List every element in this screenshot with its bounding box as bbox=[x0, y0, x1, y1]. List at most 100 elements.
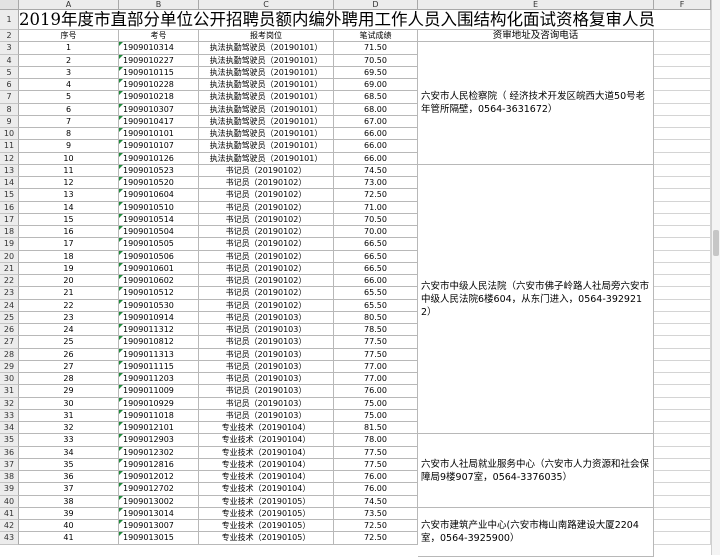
row-header-20[interactable]: 20 bbox=[0, 250, 19, 263]
position-cell[interactable]: 专业技术（20190104） bbox=[199, 483, 334, 496]
seq-cell[interactable]: 21 bbox=[19, 287, 119, 300]
header-exam-no[interactable]: 考号 bbox=[119, 30, 199, 43]
empty-cell[interactable] bbox=[654, 103, 711, 116]
row-header-28[interactable]: 28 bbox=[0, 348, 19, 361]
seq-cell[interactable]: 11 bbox=[19, 164, 119, 177]
score-cell[interactable]: 69.00 bbox=[334, 79, 418, 92]
exam-no-cell[interactable]: 1909010126 bbox=[119, 152, 199, 165]
seq-cell[interactable]: 25 bbox=[19, 336, 119, 349]
position-cell[interactable]: 专业技术（20190104） bbox=[199, 434, 334, 447]
seq-cell[interactable]: 33 bbox=[19, 434, 119, 447]
exam-no-cell[interactable]: 1909010514 bbox=[119, 213, 199, 226]
empty-cell[interactable] bbox=[654, 262, 711, 275]
score-cell[interactable]: 66.50 bbox=[334, 250, 418, 263]
score-cell[interactable]: 78.00 bbox=[334, 434, 418, 447]
seq-cell[interactable]: 6 bbox=[19, 103, 119, 116]
seq-cell[interactable]: 37 bbox=[19, 483, 119, 496]
row-header-36[interactable]: 36 bbox=[0, 446, 19, 459]
empty-cell[interactable] bbox=[654, 10, 711, 30]
seq-cell[interactable]: 32 bbox=[19, 422, 119, 435]
exam-no-cell[interactable]: 1909010506 bbox=[119, 250, 199, 263]
score-cell[interactable]: 77.50 bbox=[334, 458, 418, 471]
seq-cell[interactable]: 27 bbox=[19, 360, 119, 373]
exam-no-cell[interactable]: 1909010218 bbox=[119, 91, 199, 104]
position-cell[interactable]: 书记员（20190103） bbox=[199, 348, 334, 361]
exam-no-cell[interactable]: 1909010101 bbox=[119, 128, 199, 141]
empty-cell[interactable] bbox=[654, 250, 711, 263]
seq-cell[interactable]: 1 bbox=[19, 42, 119, 55]
position-cell[interactable]: 执法执勤驾驶员（20190101） bbox=[199, 54, 334, 67]
score-cell[interactable]: 66.50 bbox=[334, 238, 418, 251]
exam-no-cell[interactable]: 1909010520 bbox=[119, 177, 199, 190]
row-header-1[interactable]: 1 bbox=[0, 10, 19, 30]
score-cell[interactable]: 76.00 bbox=[334, 385, 418, 398]
empty-cell[interactable] bbox=[654, 507, 711, 520]
position-cell[interactable]: 书记员（20190103） bbox=[199, 336, 334, 349]
position-cell[interactable]: 书记员（20190103） bbox=[199, 409, 334, 422]
row-header-33[interactable]: 33 bbox=[0, 409, 19, 422]
exam-no-cell[interactable]: 1909010228 bbox=[119, 79, 199, 92]
row-header-30[interactable]: 30 bbox=[0, 373, 19, 386]
header-contact[interactable]: 资审地址及咨询电话 bbox=[418, 30, 654, 43]
empty-cell[interactable] bbox=[654, 287, 711, 300]
score-cell[interactable]: 68.00 bbox=[334, 103, 418, 116]
row-header-26[interactable]: 26 bbox=[0, 324, 19, 337]
exam-no-cell[interactable]: 1909010504 bbox=[119, 226, 199, 239]
empty-cell[interactable] bbox=[654, 79, 711, 92]
empty-cell[interactable] bbox=[654, 128, 711, 141]
position-cell[interactable]: 专业技术（20190104） bbox=[199, 446, 334, 459]
position-cell[interactable]: 书记员（20190102） bbox=[199, 262, 334, 275]
score-cell[interactable]: 74.50 bbox=[334, 495, 418, 508]
empty-cell[interactable] bbox=[654, 213, 711, 226]
empty-cell[interactable] bbox=[654, 495, 711, 508]
seq-cell[interactable]: 20 bbox=[19, 275, 119, 288]
position-cell[interactable]: 执法执勤驾驶员（20190101） bbox=[199, 91, 334, 104]
position-cell[interactable]: 专业技术（20190104） bbox=[199, 471, 334, 484]
seq-cell[interactable]: 7 bbox=[19, 115, 119, 128]
score-cell[interactable]: 70.00 bbox=[334, 226, 418, 239]
empty-cell[interactable] bbox=[654, 30, 711, 43]
empty-cell[interactable] bbox=[654, 164, 711, 177]
seq-cell[interactable]: 28 bbox=[19, 373, 119, 386]
row-header-24[interactable]: 24 bbox=[0, 299, 19, 312]
empty-cell[interactable] bbox=[654, 373, 711, 386]
score-cell[interactable]: 75.00 bbox=[334, 409, 418, 422]
exam-no-cell[interactable]: 1909010601 bbox=[119, 262, 199, 275]
exam-no-cell[interactable]: 1909013007 bbox=[119, 520, 199, 533]
seq-cell[interactable]: 16 bbox=[19, 226, 119, 239]
empty-cell[interactable] bbox=[654, 385, 711, 398]
empty-cell[interactable] bbox=[654, 201, 711, 214]
row-header-5[interactable]: 5 bbox=[0, 66, 19, 79]
vertical-scrollbar[interactable] bbox=[711, 0, 720, 555]
row-header-42[interactable]: 42 bbox=[0, 520, 19, 533]
seq-cell[interactable]: 29 bbox=[19, 385, 119, 398]
empty-cell[interactable] bbox=[654, 189, 711, 202]
empty-cell[interactable] bbox=[654, 422, 711, 435]
row-header-41[interactable]: 41 bbox=[0, 507, 19, 520]
score-cell[interactable]: 78.50 bbox=[334, 324, 418, 337]
header-position[interactable]: 报考岗位 bbox=[199, 30, 334, 43]
position-cell[interactable]: 书记员（20190102） bbox=[199, 287, 334, 300]
empty-cell[interactable] bbox=[654, 409, 711, 422]
exam-no-cell[interactable]: 1909011009 bbox=[119, 385, 199, 398]
score-cell[interactable]: 68.50 bbox=[334, 91, 418, 104]
score-cell[interactable]: 76.00 bbox=[334, 483, 418, 496]
row-header-6[interactable]: 6 bbox=[0, 79, 19, 92]
position-cell[interactable]: 专业技术（20190105） bbox=[199, 520, 334, 533]
position-cell[interactable]: 书记员（20190103） bbox=[199, 311, 334, 324]
contact-cell-procuratorate[interactable]: 六安市人民检察院（ 经济技术开发区皖西大道50号老年管所隔壁，0564-3631… bbox=[418, 42, 654, 165]
score-cell[interactable]: 72.50 bbox=[334, 189, 418, 202]
exam-no-cell[interactable]: 1909013015 bbox=[119, 532, 199, 545]
row-header-29[interactable]: 29 bbox=[0, 360, 19, 373]
row-header-4[interactable]: 4 bbox=[0, 54, 19, 67]
seq-cell[interactable]: 18 bbox=[19, 250, 119, 263]
row-header-37[interactable]: 37 bbox=[0, 458, 19, 471]
score-cell[interactable]: 73.00 bbox=[334, 177, 418, 190]
position-cell[interactable]: 执法执勤驾驶员（20190101） bbox=[199, 152, 334, 165]
empty-cell[interactable] bbox=[654, 54, 711, 67]
row-header-12[interactable]: 12 bbox=[0, 152, 19, 165]
exam-no-cell[interactable]: 1909010604 bbox=[119, 189, 199, 202]
column-header-c[interactable]: C bbox=[199, 0, 334, 10]
row-header-7[interactable]: 7 bbox=[0, 91, 19, 104]
position-cell[interactable]: 专业技术（20190105） bbox=[199, 495, 334, 508]
